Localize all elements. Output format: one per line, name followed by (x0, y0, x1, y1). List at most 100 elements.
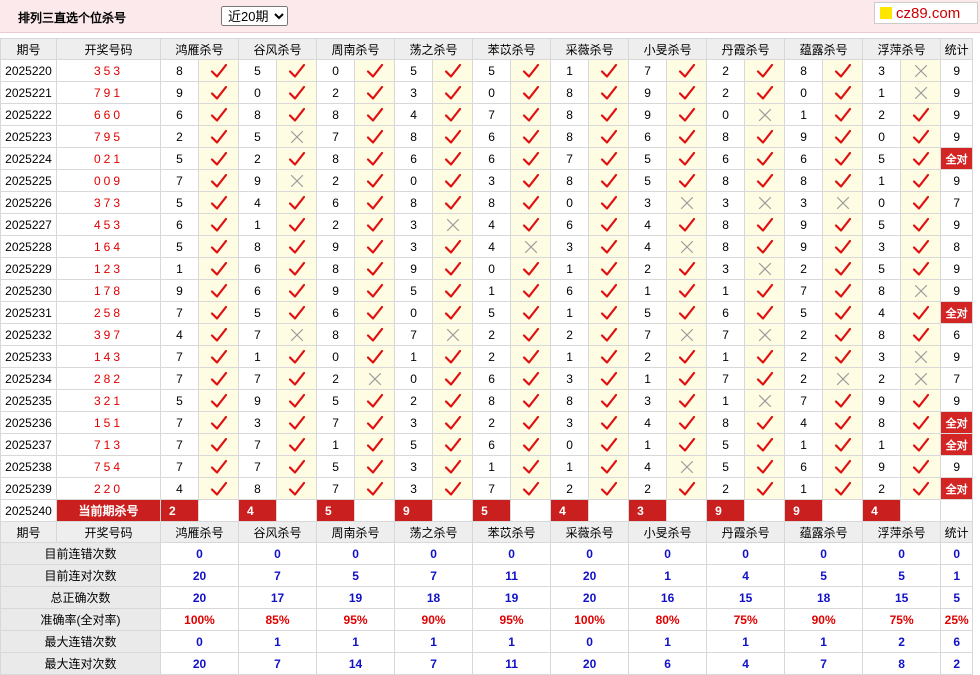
result-mark (822, 389, 864, 412)
kill-number: 5 (862, 213, 902, 236)
check-icon (444, 195, 461, 210)
period-cell: 2025227 (0, 213, 57, 236)
kill-number: 1 (862, 433, 902, 456)
check-icon (834, 173, 851, 188)
expert-header: 小旻杀号 (628, 521, 708, 543)
table-row: 2025239 220 4 8 7 3 7 2 2 2 1 2 全对 (0, 477, 974, 500)
stat-value: 1 (316, 630, 396, 653)
check-icon (210, 459, 227, 474)
period-cell: 2025232 (0, 323, 57, 346)
result-mark (510, 147, 552, 170)
check-icon (678, 151, 695, 166)
cross-icon (680, 328, 693, 341)
count-header: 统计 (940, 521, 974, 543)
stat-value: 0 (238, 542, 318, 565)
stat-value: 19 (472, 586, 552, 609)
result-mark (197, 411, 240, 434)
kill-number: 9 (316, 279, 356, 302)
stat-row: 目前连错次数 0 0 0 0 0 0 0 0 0 0 0 (0, 542, 974, 565)
result-mark (432, 103, 474, 126)
kill-number: 8 (706, 235, 746, 258)
result-mark (354, 433, 396, 456)
draw-number: 754 (56, 455, 161, 478)
check-icon (288, 481, 305, 496)
stat-value: 18 (394, 586, 474, 609)
kill-number: 8 (706, 125, 746, 148)
period-cell: 2025226 (0, 191, 57, 214)
stat-value: 100% (550, 608, 630, 631)
current-period-cell: 2025240 (0, 499, 57, 522)
current-kill-number: 4 (238, 499, 278, 522)
result-mark (197, 169, 240, 192)
result-mark (354, 323, 396, 346)
kill-number: 5 (238, 125, 278, 148)
result-mark (900, 301, 942, 324)
kill-number: 4 (160, 477, 199, 500)
current-kill-number: 2 (160, 499, 199, 522)
result-mark (354, 477, 396, 500)
kill-number: 4 (238, 191, 278, 214)
table-row: 2025226 373 5 4 6 8 8 0 3 3 3 0 7 (0, 191, 974, 214)
current-kill-blank (744, 499, 786, 522)
kill-number: 0 (862, 191, 902, 214)
kill-number: 8 (316, 147, 356, 170)
draw-number: 151 (56, 411, 161, 434)
draw-number: 791 (56, 81, 161, 104)
draw-number: 795 (56, 125, 161, 148)
site-logo[interactable]: cz89.com (874, 2, 978, 24)
check-icon (444, 151, 461, 166)
kill-number: 3 (550, 235, 590, 258)
result-mark (900, 59, 942, 82)
kill-number: 2 (628, 345, 668, 368)
result-mark (666, 191, 708, 214)
check-icon (834, 459, 851, 474)
result-mark (588, 345, 630, 368)
expert-header: 周南杀号 (316, 38, 396, 60)
check-icon (678, 349, 695, 364)
correct-count: 7 (940, 367, 974, 390)
stat-value: 20 (159, 564, 240, 587)
cross-icon (758, 394, 771, 407)
result-mark (588, 169, 630, 192)
result-mark (197, 81, 240, 104)
result-mark (354, 191, 396, 214)
current-kill-number: 9 (706, 499, 746, 522)
stat-row: 目前连对次数 20 7 5 7 11 20 1 4 5 5 1 (0, 564, 974, 587)
stat-value: 6 (628, 652, 708, 675)
stat-value: 85% (238, 608, 318, 631)
stat-value: 2 (862, 630, 942, 653)
check-icon (288, 349, 305, 364)
kill-number: 3 (628, 191, 668, 214)
expert-header: 浮萍杀号 (862, 38, 942, 60)
kill-number: 5 (394, 59, 434, 82)
check-icon (210, 85, 227, 100)
kill-number: 1 (784, 433, 824, 456)
check-icon (522, 481, 539, 496)
draw-number: 123 (56, 257, 161, 280)
result-mark (666, 323, 708, 346)
period-cell: 2025223 (0, 125, 57, 148)
result-mark (744, 103, 786, 126)
check-icon (600, 239, 617, 254)
result-mark (744, 345, 786, 368)
result-mark (432, 301, 474, 324)
result-mark (276, 169, 318, 192)
kill-number: 5 (238, 59, 278, 82)
result-mark (822, 169, 864, 192)
check-icon (678, 415, 695, 430)
result-mark (666, 433, 708, 456)
result-mark (822, 455, 864, 478)
cross-icon (446, 218, 459, 231)
check-icon (444, 173, 461, 188)
draw-number: 178 (56, 279, 161, 302)
check-icon (834, 85, 851, 100)
result-mark (510, 81, 552, 104)
result-mark (744, 169, 786, 192)
result-mark (354, 235, 396, 258)
expert-header: 苯苡杀号 (472, 521, 552, 543)
kill-number: 4 (394, 103, 434, 126)
period-range-select[interactable]: 近20期 (221, 6, 288, 26)
result-mark (354, 301, 396, 324)
kill-number: 2 (862, 367, 902, 390)
stat-value: 20 (550, 586, 630, 609)
